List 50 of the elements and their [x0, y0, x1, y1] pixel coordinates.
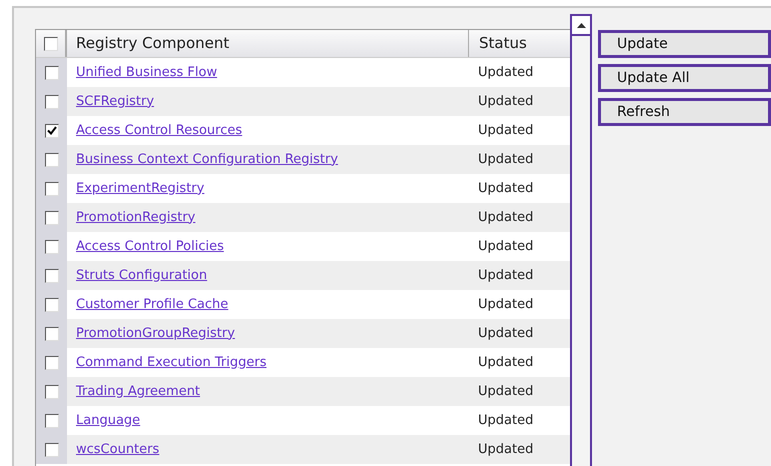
status-text: Updated: [477, 92, 534, 111]
status-text: Updated: [477, 238, 534, 256]
action-button[interactable]: Update All: [598, 64, 771, 92]
checkbox[interactable]: [44, 384, 58, 398]
checkbox[interactable]: [44, 298, 58, 312]
status-text: Updated: [477, 64, 534, 82]
component-link[interactable]: wcsCounters: [76, 442, 160, 457]
checkbox[interactable]: [44, 326, 58, 340]
checkbox[interactable]: [44, 240, 58, 254]
column-header: Registry Component: [75, 33, 230, 54]
status-text: Updated: [477, 150, 534, 169]
checkbox[interactable]: [44, 210, 58, 224]
component-link[interactable]: ExperimentRegistry: [76, 180, 204, 196]
component-link[interactable]: SCFRegistry: [76, 94, 154, 109]
checkbox[interactable]: [44, 442, 58, 456]
status-text: Updated: [477, 440, 534, 459]
checkbox[interactable]: [44, 94, 58, 108]
component-link[interactable]: Unified Business Flow: [76, 64, 218, 80]
checkbox[interactable]: [44, 268, 58, 282]
status-text: Updated: [477, 180, 534, 198]
checkbox[interactable]: [44, 152, 58, 166]
action-button[interactable]: Refresh: [598, 98, 771, 126]
scrollbar[interactable]: [570, 14, 592, 466]
component-link[interactable]: Command Execution Triggers: [76, 354, 266, 370]
component-link[interactable]: Trading Agreement: [76, 384, 200, 399]
scroll-up-button[interactable]: [572, 14, 590, 36]
status-text: Updated: [477, 208, 534, 227]
component-link[interactable]: Customer Profile Cache: [76, 296, 228, 312]
checkbox[interactable]: [44, 36, 58, 50]
component-link[interactable]: Business Context Configuration Registry: [76, 152, 338, 167]
checkbox[interactable]: [44, 414, 58, 428]
status-text: Updated: [477, 354, 534, 372]
checkbox[interactable]: [44, 66, 58, 80]
status-text: Updated: [477, 382, 534, 401]
component-link[interactable]: Access Control Policies: [76, 238, 224, 254]
component-link[interactable]: Access Control Resources: [76, 122, 242, 138]
checkbox[interactable]: [44, 182, 58, 196]
action-button[interactable]: Update: [598, 30, 771, 58]
component-link[interactable]: Language: [76, 412, 140, 428]
status-text: Updated: [477, 324, 534, 343]
status-text: Updated: [477, 296, 534, 314]
triangle-up-icon: [576, 22, 586, 28]
status-text: Updated: [477, 266, 534, 285]
status-text: Updated: [477, 412, 534, 430]
checkbox[interactable]: [44, 124, 58, 138]
checkbox[interactable]: [44, 356, 58, 370]
status-text: Updated: [477, 122, 534, 140]
component-link[interactable]: PromotionRegistry: [76, 210, 196, 225]
component-link[interactable]: PromotionGroupRegistry: [76, 326, 235, 341]
component-link[interactable]: Struts Configuration: [76, 268, 208, 283]
